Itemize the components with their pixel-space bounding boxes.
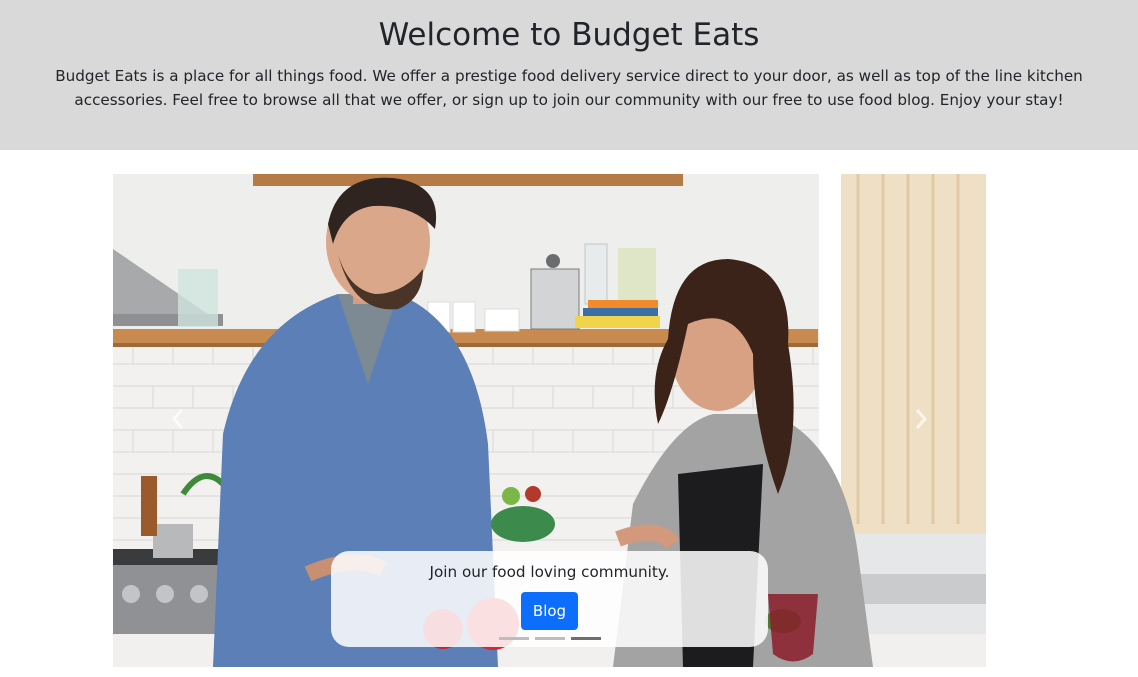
carousel-indicators — [499, 637, 601, 641]
carousel-indicator-3[interactable] — [571, 637, 601, 640]
carousel-indicator-2[interactable] — [535, 637, 565, 640]
carousel-next-button[interactable] — [906, 404, 936, 434]
welcome-banner: Welcome to Budget Eats Budget Eats is a … — [0, 0, 1138, 150]
carousel-caption: Join our food loving community. Blog — [331, 551, 768, 647]
image-carousel: Join our food loving community. Blog — [113, 174, 986, 667]
carousel-prev-button[interactable] — [163, 404, 193, 434]
page-title: Welcome to Budget Eats — [378, 17, 760, 53]
carousel-indicator-1[interactable] — [499, 637, 529, 640]
chevron-left-icon — [171, 409, 184, 429]
caption-text: Join our food loving community. — [429, 563, 670, 581]
blog-button[interactable]: Blog — [521, 592, 578, 630]
intro-text: Budget Eats is a place for all things fo… — [55, 67, 1083, 109]
chevron-right-icon — [915, 409, 928, 429]
